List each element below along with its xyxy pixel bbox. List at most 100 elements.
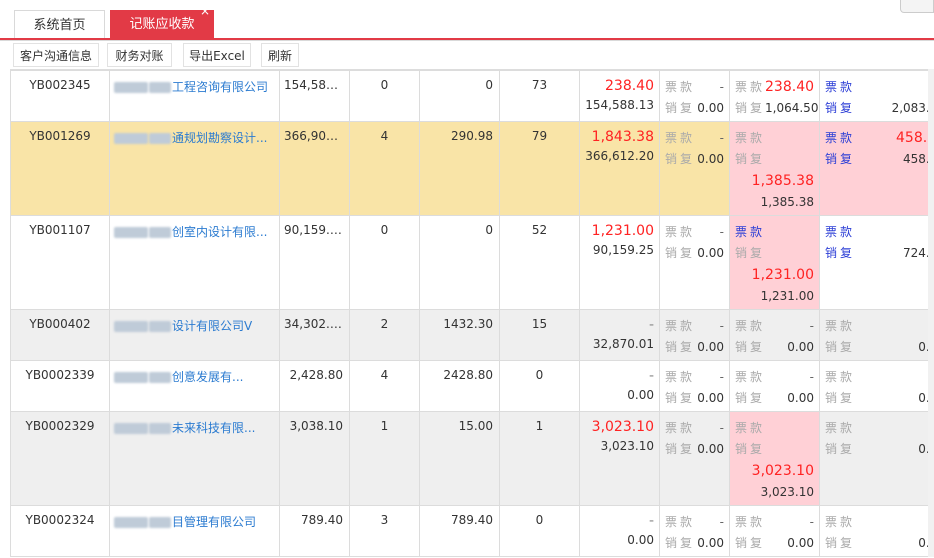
writeoff-value: 0.00: [697, 439, 724, 460]
record-count: 3: [350, 506, 420, 557]
period-b-cell: 票款-销复0.00: [730, 506, 820, 557]
refresh-button[interactable]: 刷新: [261, 43, 299, 67]
writeoff-label: 销复: [825, 388, 855, 409]
writeoff-label: 销复: [665, 149, 695, 170]
receivable-sub-value: 366,612.20: [584, 146, 654, 166]
period-a-cell: 票款-销复0.00: [660, 216, 730, 310]
table-row[interactable]: YB0002339创意发展有...2,428.8042428.800-0.00票…: [11, 361, 934, 412]
paid-amount: 0: [420, 216, 500, 310]
paid-amount: 15.00: [420, 412, 500, 506]
receivable-sub-value: 0.00: [584, 385, 654, 405]
invoice-value: -: [720, 418, 724, 439]
days-count: 0: [500, 506, 580, 557]
receivable-sub-value: 32,870.01: [584, 334, 654, 354]
invoice-value: -: [720, 77, 724, 98]
invoice-label: 票款: [825, 367, 855, 388]
invoice-label: 票款: [735, 316, 765, 337]
redacted-text: [114, 517, 148, 528]
writeoff-value: 0.00: [787, 337, 814, 358]
invoice-value: -: [810, 316, 814, 337]
customer-name-link[interactable]: 创意发展有...: [110, 361, 280, 412]
customer-communication-button[interactable]: 客户沟通信息: [13, 43, 99, 67]
invoice-label: 票款: [665, 512, 695, 533]
receivable-sub-value: 154,588.13: [584, 95, 654, 115]
record-count: 4: [350, 361, 420, 412]
period-a-cell: 票款-销复0.00: [660, 122, 730, 216]
customer-name-link[interactable]: 工程咨询有限公司: [110, 71, 280, 122]
customer-name: 创室内设计有限...: [172, 225, 267, 239]
customer-name: 通规划勘察设计...: [172, 131, 267, 145]
tab-label: 记账应收款: [129, 17, 194, 32]
receivable-value: 3,023.10: [584, 418, 654, 436]
writeoff-label: 销复: [825, 149, 855, 170]
customer-name-link[interactable]: 通规划勘察设计...: [110, 122, 280, 216]
invoice-label: 票款: [665, 418, 695, 439]
writeoff-value: 1,064.50: [765, 98, 818, 119]
tab-home[interactable]: 系统首页: [14, 10, 105, 39]
period-b-cell: 票款销复1,231.001,231.00: [730, 216, 820, 310]
invoice-label: 票款: [665, 77, 695, 98]
receivable-cell: 3,023.103,023.10: [580, 412, 660, 506]
table-row[interactable]: YB0002329未来科技有限...3,038.10115.0013,023.1…: [11, 412, 934, 506]
invoice-label: 票款: [665, 316, 695, 337]
total-amount: 154,588....: [280, 71, 350, 122]
table-row[interactable]: YB002345工程咨询有限公司154,588....0073238.40154…: [11, 71, 934, 122]
period-c-cell: 票款458.00销复458.00: [820, 122, 934, 216]
invoice-label: 票款: [825, 316, 855, 337]
customer-name-link[interactable]: 未来科技有限...: [110, 412, 280, 506]
export-excel-button[interactable]: 导出Excel: [183, 43, 251, 67]
redacted-text: [114, 372, 148, 383]
receivable-value: -: [584, 512, 654, 530]
table-row[interactable]: YB000402设计有限公司V34,302.3121432.3015-32,87…: [11, 310, 934, 361]
table-row[interactable]: YB001269通规划勘察设计...366,903....4290.98791,…: [11, 122, 934, 216]
redacted-text: [114, 133, 148, 144]
customer-name-link[interactable]: 目管理有限公司: [110, 506, 280, 557]
invoice-value: -: [720, 222, 724, 243]
tab-underline: [0, 38, 934, 40]
table-row[interactable]: YB0002324目管理有限公司789.403789.400-0.00票款-销复…: [11, 506, 934, 557]
period-c-cell: 票款-销复0.00: [820, 310, 934, 361]
window-control[interactable]: [900, 0, 934, 13]
receivable-value: 1,843.38: [584, 128, 654, 146]
close-icon[interactable]: ×: [200, 1, 210, 21]
record-count: 2: [350, 310, 420, 361]
receivable-cell: 1,231.0090,159.25: [580, 216, 660, 310]
receivable-value: 238.40: [584, 77, 654, 95]
receivable-cell: 238.40154,588.13: [580, 71, 660, 122]
tab-accounts-receivable[interactable]: 记账应收款 ×: [110, 10, 214, 39]
period-a-cell: 票款-销复0.00: [660, 71, 730, 122]
receivable-sub-value: 3,023.10: [584, 436, 654, 456]
writeoff-value: 0.00: [697, 98, 724, 119]
customer-name-link[interactable]: 设计有限公司V: [110, 310, 280, 361]
customer-name-link[interactable]: 创室内设计有限...: [110, 216, 280, 310]
writeoff-label: 销复: [735, 98, 765, 119]
customer-name: 未来科技有限...: [172, 421, 255, 435]
invoice-label: 票款: [735, 128, 765, 149]
financial-reconcile-button[interactable]: 财务对账: [107, 43, 172, 67]
period-a-cell: 票款-销复0.00: [660, 310, 730, 361]
receivable-sub-value: 0.00: [584, 530, 654, 550]
invoice-label: 票款: [665, 367, 695, 388]
invoice-label: 票款: [735, 367, 765, 388]
writeoff-label: 销复: [735, 439, 765, 460]
balance-value: 1,385.38: [735, 171, 814, 192]
invoice-label: 票款: [825, 512, 855, 533]
redacted-text: [114, 321, 148, 332]
scrollbar[interactable]: [928, 69, 934, 557]
redacted-text: [149, 517, 171, 528]
writeoff-label: 销复: [825, 243, 855, 264]
redacted-text: [149, 133, 171, 144]
total-amount: 789.40: [280, 506, 350, 557]
customer-no: YB000402: [11, 310, 110, 361]
writeoff-label: 销复: [825, 98, 855, 119]
table-row[interactable]: YB001107创室内设计有限...90,159.2500521,231.009…: [11, 216, 934, 310]
redacted-text: [114, 82, 148, 93]
writeoff-value: 0.00: [697, 243, 724, 264]
invoice-label: 票款: [735, 222, 765, 243]
period-c-cell: 票款-销复0.00: [820, 412, 934, 506]
customer-no: YB001107: [11, 216, 110, 310]
receivable-value: 1,231.00: [584, 222, 654, 240]
redacted-text: [149, 227, 171, 238]
receivable-value: -: [584, 367, 654, 385]
balance-sub-value: 1,231.00: [735, 286, 814, 307]
